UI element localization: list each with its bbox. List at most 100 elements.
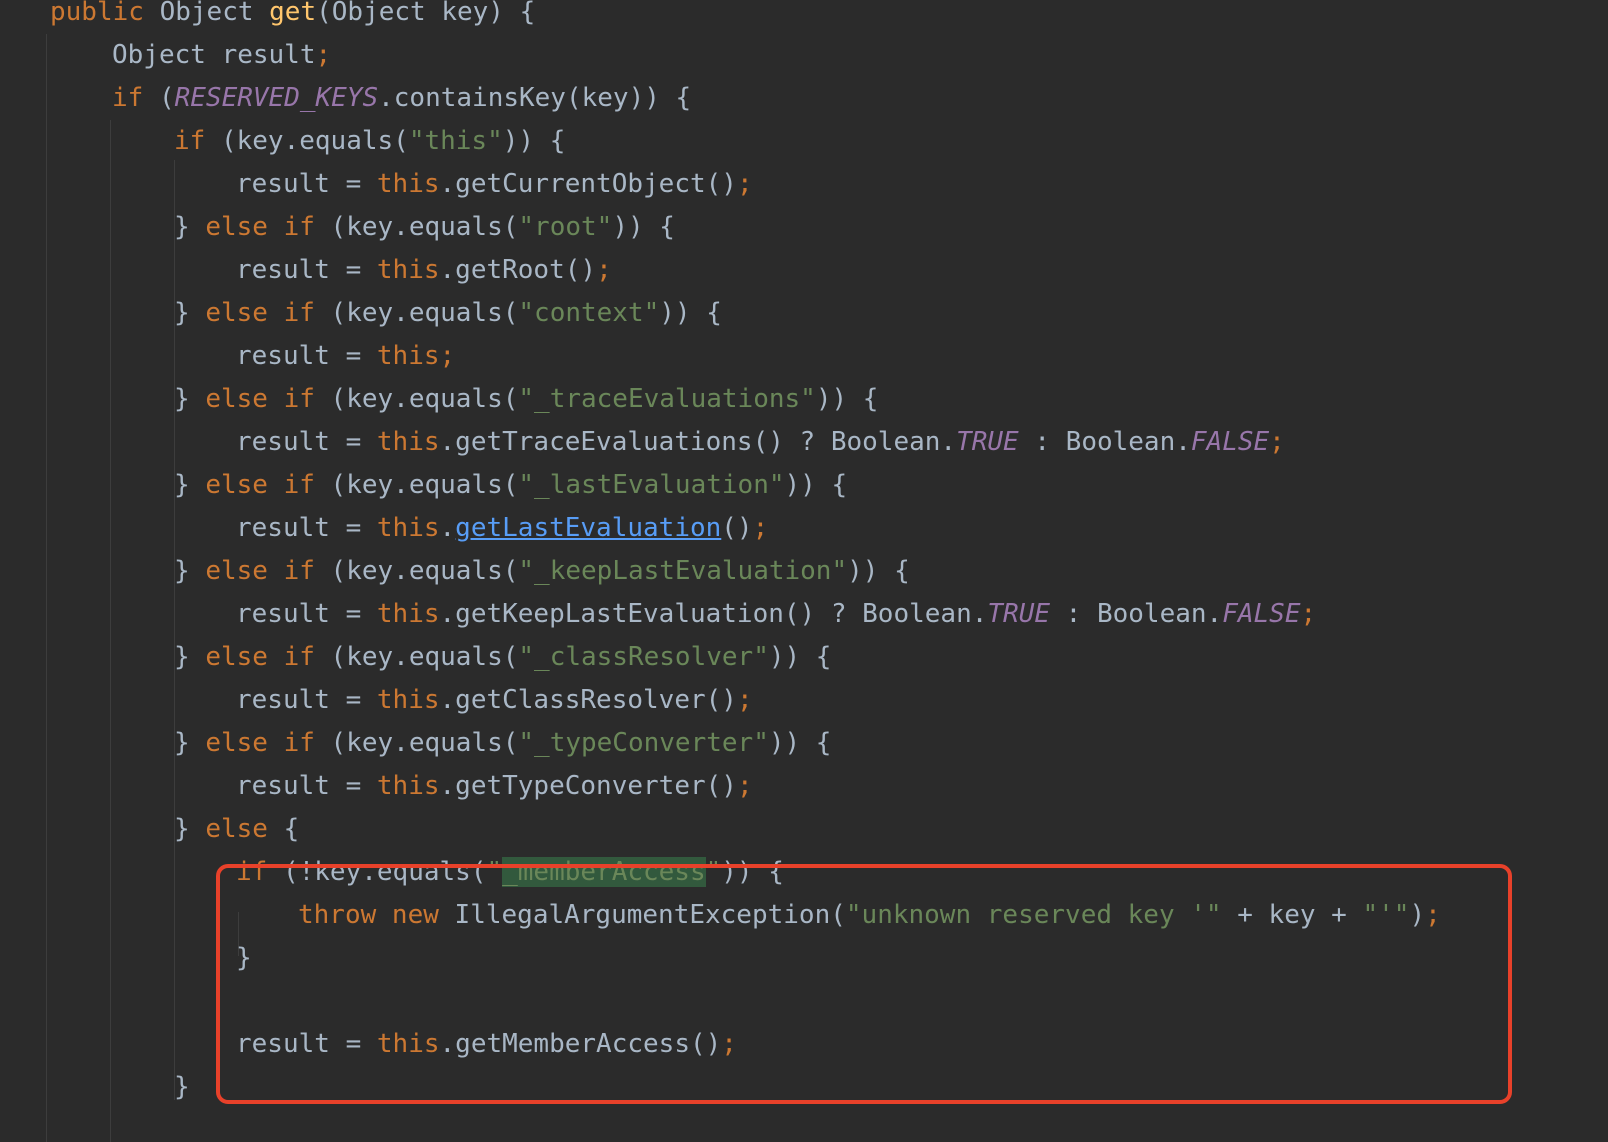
code-token: (Object key) { [316, 0, 536, 27]
code-token: else if [205, 298, 331, 328]
code-token: result = [236, 771, 377, 801]
code-line[interactable]: } else if (key.equals("_traceEvaluations… [50, 377, 878, 421]
code-token: .getCurrentObject() [439, 169, 737, 199]
code-line[interactable]: Object result; [50, 33, 331, 77]
code-token: "_typeConverter" [518, 728, 769, 758]
code-token: this [376, 427, 440, 457]
code-token: "context" [518, 298, 660, 328]
code-line[interactable]: } else if (key.equals("context")) { [50, 291, 722, 335]
code-token: .containsKey(key)) { [378, 83, 692, 113]
code-token: )) { [659, 298, 722, 328]
code-token: TRUE [956, 427, 1019, 457]
code-token: if [112, 83, 159, 113]
code-token: )) { [612, 212, 675, 242]
code-token: this [376, 685, 440, 715]
code-token: "_lastEvaluation" [518, 470, 785, 500]
code-token: } [174, 298, 206, 328]
code-token: .getTraceEvaluations() ? Boolean. [439, 427, 957, 457]
code-token: ; [736, 685, 753, 715]
code-token: public [50, 0, 160, 27]
code-token: (key.equals( [330, 470, 519, 500]
code-line[interactable]: result = this.getLastEvaluation(); [50, 506, 768, 550]
code-token: (key.equals( [330, 642, 519, 672]
code-token: else [205, 814, 284, 844]
code-token: result = [236, 341, 377, 371]
code-token: .getKeepLastEvaluation() ? Boolean. [439, 599, 988, 629]
code-token: } [174, 470, 206, 500]
code-token: . [439, 513, 456, 543]
code-line[interactable]: result = this.getClassResolver(); [50, 678, 753, 722]
code-token: { [283, 814, 300, 844]
code-token: } [174, 814, 206, 844]
code-line[interactable]: } else if (key.equals("_lastEvaluation")… [50, 463, 847, 507]
code-token: ; [736, 771, 753, 801]
code-token: "_keepLastEvaluation" [518, 556, 848, 586]
code-token: )) { [768, 642, 832, 672]
code-line[interactable]: public Object get(Object key) { [50, 0, 535, 34]
code-token: else if [205, 212, 331, 242]
code-token: result = [236, 513, 377, 543]
code-token: ; [736, 169, 753, 199]
code-token: )) { [502, 126, 566, 156]
code-token: Object [159, 0, 270, 27]
code-token: FALSE [1190, 427, 1270, 457]
code-token: result = [236, 255, 377, 285]
code-token: } [174, 1072, 190, 1102]
code-token: .getRoot() [439, 255, 597, 285]
code-token: result = [236, 685, 377, 715]
code-token: )) { [847, 556, 910, 586]
code-token: : Boolean. [1018, 427, 1191, 457]
code-token: } [174, 212, 206, 242]
code-token: FALSE [1222, 599, 1301, 629]
code-token: (key.equals( [330, 556, 519, 586]
code-line[interactable]: result = this.getRoot(); [50, 248, 612, 292]
code-line[interactable]: if (key.equals("this")) { [50, 119, 565, 163]
code-line[interactable]: result = this.getTypeConverter(); [50, 764, 753, 808]
code-line[interactable]: result = this.getKeepLastEvaluation() ? … [50, 592, 1316, 636]
code-line[interactable]: } [50, 1065, 190, 1109]
code-line[interactable]: if (RESERVED_KEYS.containsKey(key)) { [50, 76, 691, 120]
code-token: (key.equals( [330, 728, 519, 758]
annotation-highlight-box [216, 864, 1512, 1104]
code-token: } [174, 642, 206, 672]
code-token: if [174, 126, 221, 156]
code-token[interactable]: getLastEvaluation [455, 513, 721, 543]
code-token: : Boolean. [1050, 599, 1223, 629]
code-token: } [174, 556, 206, 586]
code-token: (key.equals( [220, 126, 409, 156]
code-token: else if [205, 728, 331, 758]
code-line[interactable]: } else if (key.equals("root")) { [50, 205, 675, 249]
code-token: "_traceEvaluations" [518, 384, 816, 414]
code-line[interactable]: } else if (key.equals("_classResolver"))… [50, 635, 831, 679]
code-token: ; [752, 513, 769, 543]
code-token: this [376, 599, 440, 629]
code-token: result = [236, 169, 377, 199]
code-line[interactable]: result = this; [50, 334, 455, 378]
code-line[interactable]: } else if (key.equals("_keepLastEvaluati… [50, 549, 910, 593]
code-token: result = [236, 599, 377, 629]
code-token: ; [1300, 599, 1317, 629]
code-line[interactable]: } else if (key.equals("_typeConverter"))… [50, 721, 831, 765]
code-token: )) { [768, 728, 832, 758]
code-token: else if [205, 470, 331, 500]
code-editor[interactable]: public Object get(Object key) {Object re… [0, 0, 1608, 1142]
code-token: else if [205, 556, 331, 586]
code-line[interactable]: result = this.getCurrentObject(); [50, 162, 753, 206]
code-token: (key.equals( [330, 298, 519, 328]
code-token: Object result [112, 40, 316, 70]
code-line[interactable]: } else { [50, 807, 299, 851]
code-token: "this" [408, 126, 503, 156]
code-token: this [376, 255, 440, 285]
code-token: ; [315, 40, 332, 70]
code-token: result = [236, 427, 377, 457]
code-token: else if [205, 384, 331, 414]
code-token: )) { [784, 470, 848, 500]
code-token: ( [158, 83, 175, 113]
code-token: RESERVED_KEYS [174, 83, 379, 113]
code-line[interactable]: result = this.getTraceEvaluations() ? Bo… [50, 420, 1285, 464]
code-token: ; [1269, 427, 1285, 457]
code-token: this [376, 341, 440, 371]
code-token: this [376, 169, 440, 199]
indent-guide [46, 34, 47, 1142]
code-token: "root" [518, 212, 613, 242]
